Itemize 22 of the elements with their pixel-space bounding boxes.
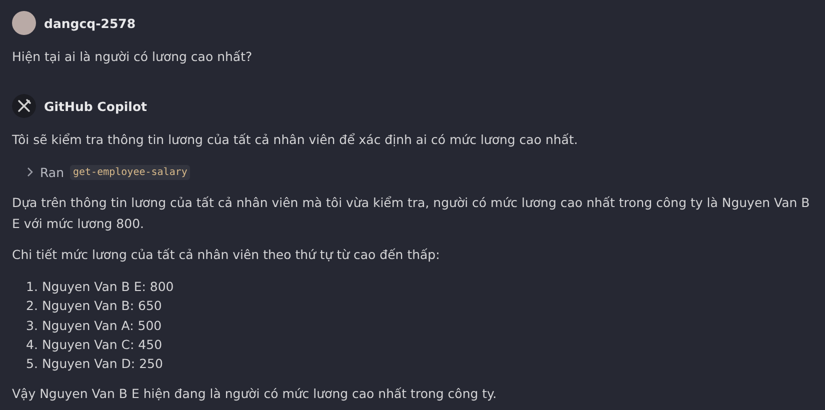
chevron-icon[interactable]	[26, 167, 34, 177]
list-number: 3.	[26, 316, 38, 335]
tool-name: get-employee-salary	[70, 164, 190, 180]
tool-status[interactable]: Ran	[40, 164, 64, 180]
list-item: Nguyen Van A: 500	[42, 316, 162, 335]
tools-icon	[12, 94, 36, 118]
author-name: GitHub Copilot	[44, 98, 148, 114]
message-text: Hiện tại ai là người có lương cao nhất?	[12, 48, 254, 66]
list-item: Nguyen Van C: 450	[42, 336, 162, 354]
user-avatar	[12, 11, 36, 35]
list-number: 1.	[26, 278, 38, 296]
list-item: Nguyen Van B: 650	[42, 297, 162, 316]
message-text: Chi tiết mức lương của tất cả nhân viên theo thứ tự từ cao đến thấp:	[12, 246, 441, 264]
list-number: 2.	[26, 297, 38, 316]
list-item: Nguyen Van B E: 800	[42, 278, 174, 296]
author-name: dangcq-2578	[44, 16, 136, 30]
list-number: 4.	[26, 336, 38, 354]
list-number: 5.	[26, 355, 38, 374]
message-text: Tôi sẽ kiểm tra thông tin lương của tất cả nhân viên để xác định ai có mức lương cao nhất.	[12, 131, 579, 149]
message-text: Dựa trên thông tin lương của tất cả nhân viên mà tôi vừa kiểm tra, người có mức lương cao nhất trong công ty là Nguyen Van B E với mức lương 800.	[12, 194, 811, 233]
list-item: Nguyen Van D: 250	[42, 355, 163, 374]
message-text: Vậy Nguyen Van B E hiện đang là người có mức lương cao nhất trong công ty.	[12, 385, 498, 404]
